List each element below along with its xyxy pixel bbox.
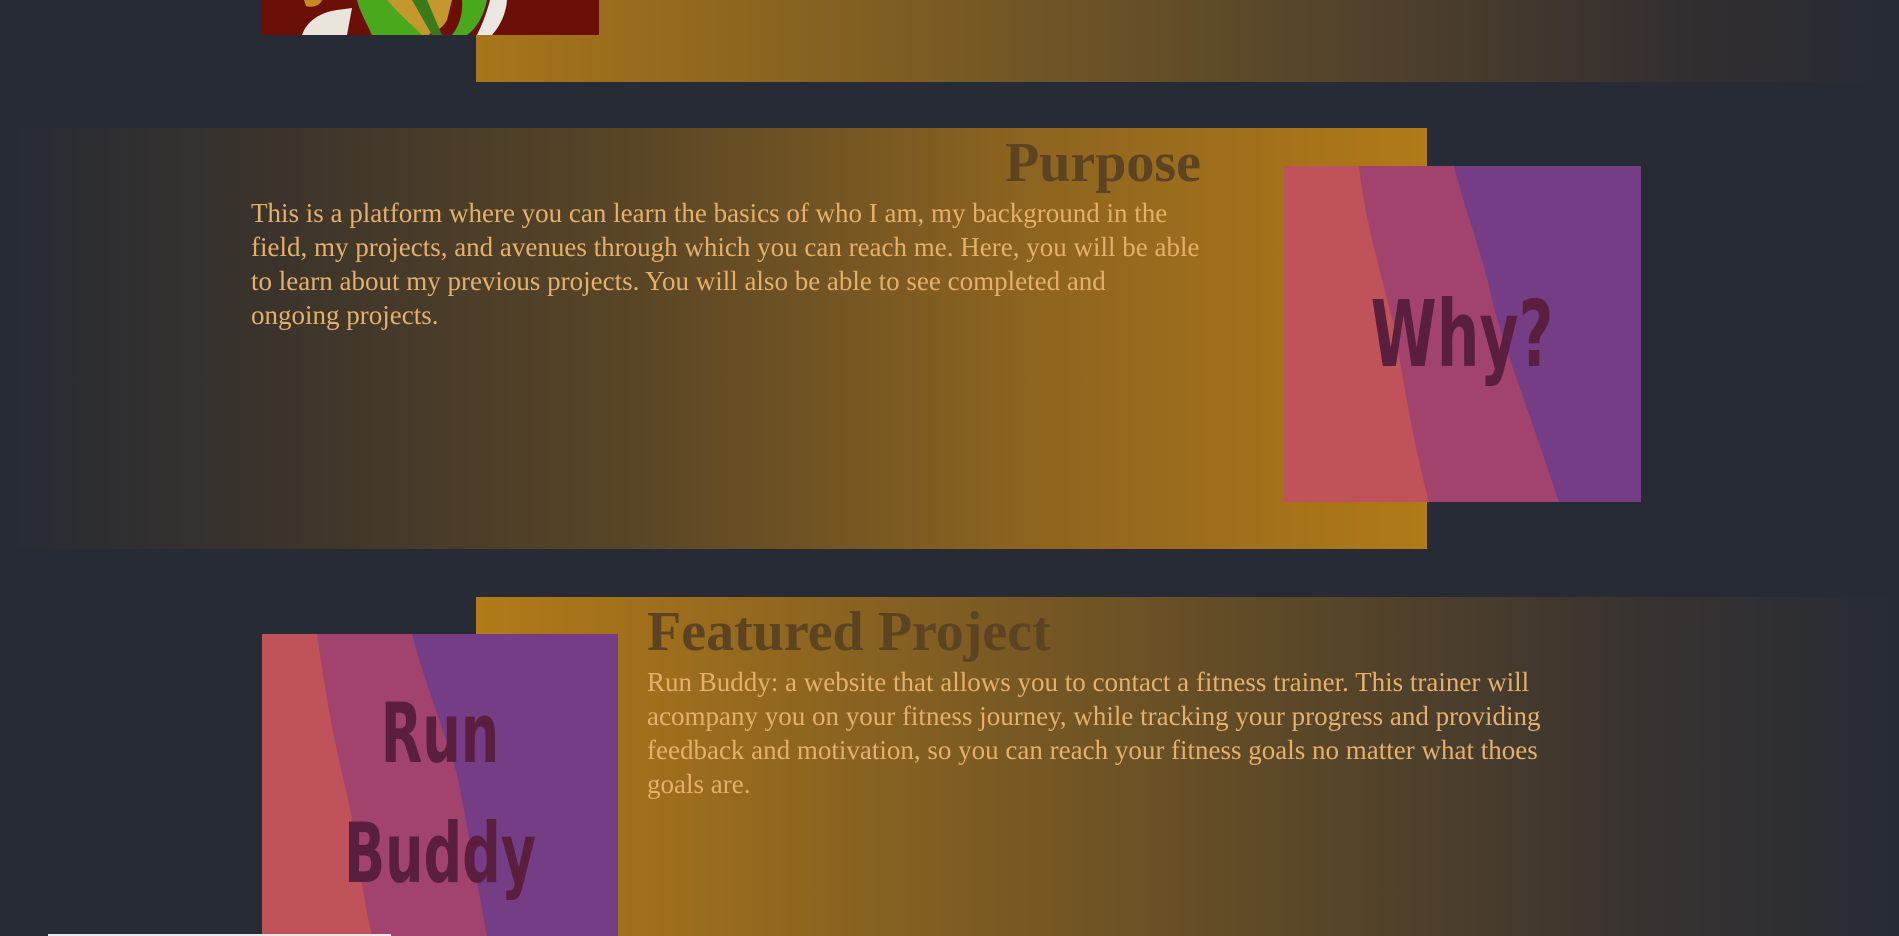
- run-buddy-label-line1: Run: [381, 686, 499, 782]
- run-buddy-label-line2: Buddy: [344, 806, 536, 902]
- purpose-description: This is a platform where you can learn t…: [251, 198, 1200, 330]
- why-image: Why?: [1284, 166, 1641, 502]
- page: Purpose This is a platform where you can…: [0, 0, 1899, 936]
- featured-project-description: Run Buddy: a website that allows you to …: [647, 667, 1541, 799]
- purpose-heading: Purpose: [1005, 132, 1201, 194]
- top-section-illustration: [262, 0, 599, 35]
- run-buddy-image[interactable]: Run Buddy: [262, 634, 618, 936]
- purpose-section: [0, 128, 1427, 549]
- top-section-band: [476, 0, 1899, 82]
- featured-project-heading: Featured Project: [647, 601, 1051, 663]
- why-image-label: Why?: [1371, 282, 1554, 389]
